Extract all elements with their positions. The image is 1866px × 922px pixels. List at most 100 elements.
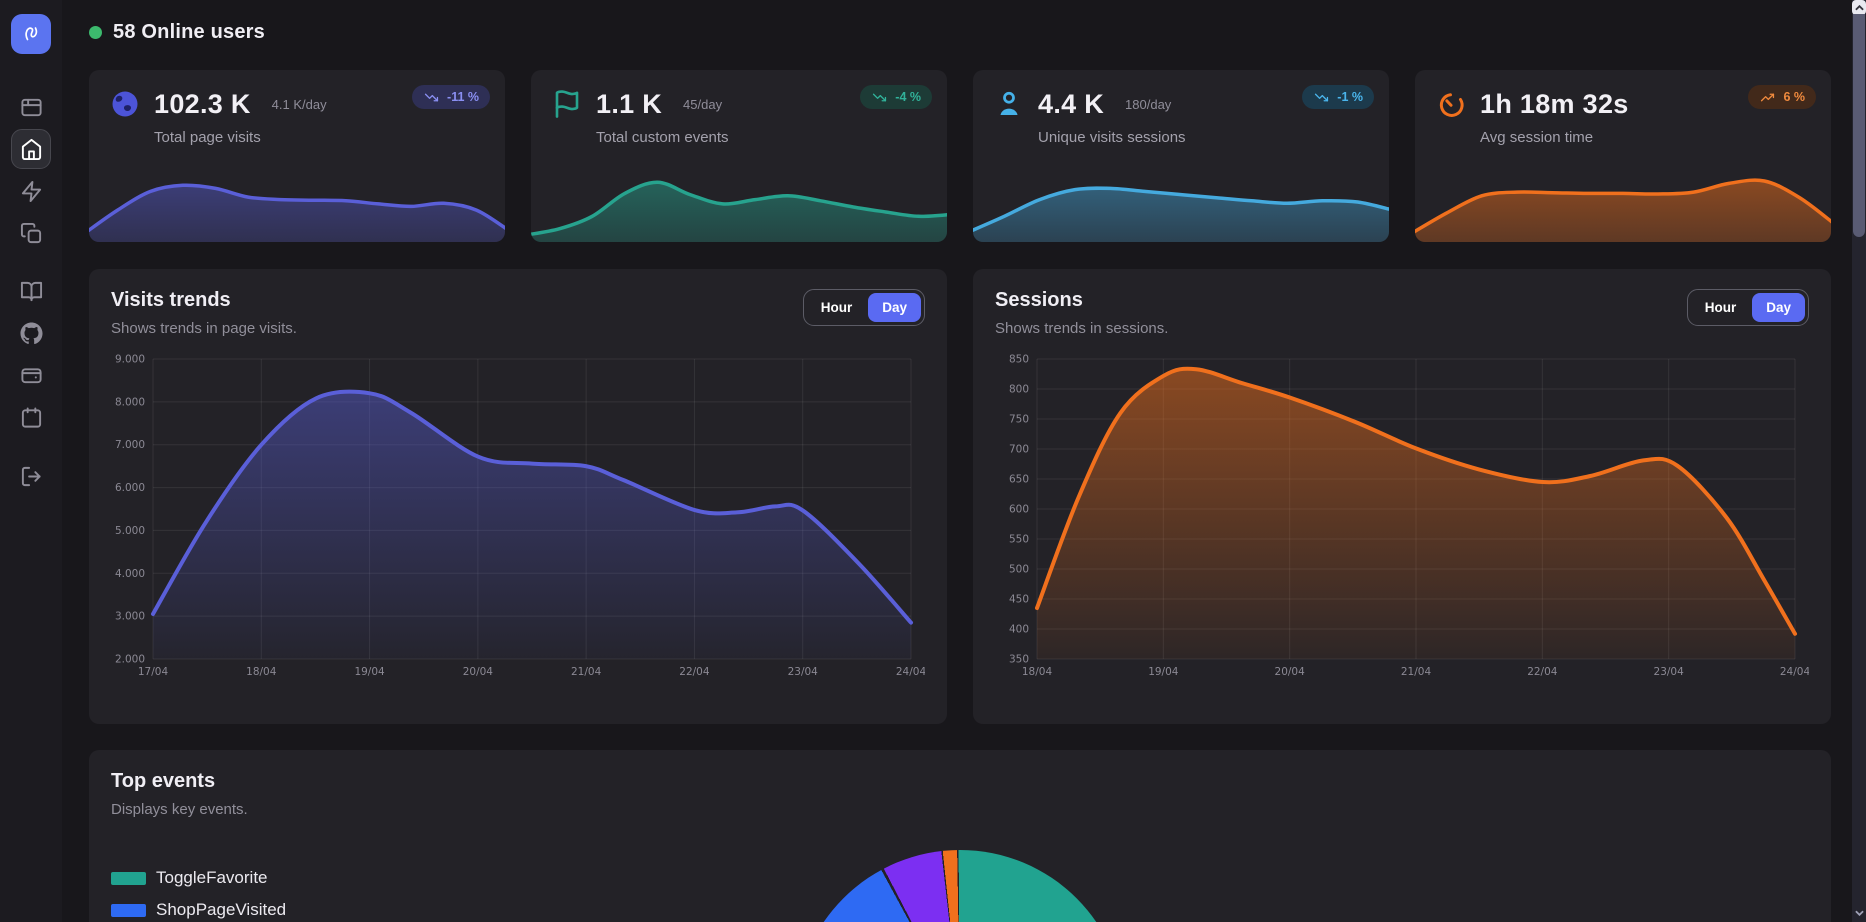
scrollbar-up-button[interactable]	[1852, 0, 1866, 15]
sidebar-item-logout[interactable]	[11, 456, 51, 496]
stat-badge-2: -1 %	[1302, 85, 1374, 109]
sidebar-item-app-window[interactable]	[11, 87, 51, 127]
svg-text:350: 350	[1009, 654, 1029, 666]
svg-text:20/04: 20/04	[463, 666, 494, 678]
stat-card-unique-visits: 4.4 K 180/day Unique visits sessions -1 …	[973, 70, 1389, 242]
copy-icon	[20, 222, 43, 245]
sidebar-item-zap[interactable]	[11, 171, 51, 211]
visits-trends-card: Visits trends Shows trends in page visit…	[89, 269, 947, 724]
visits-toggle-hour[interactable]: Hour	[807, 293, 867, 322]
stat-label: Total custom events	[596, 129, 929, 146]
svg-text:20/04: 20/04	[1275, 666, 1306, 678]
sidebar-item-home[interactable]	[11, 129, 51, 169]
stat-label: Avg session time	[1480, 129, 1813, 146]
sparkline-total-page-visits	[89, 172, 505, 242]
stat-value: 102.3 K	[154, 89, 251, 120]
wallet-icon	[20, 364, 43, 387]
stat-label: Unique visits sessions	[1038, 129, 1371, 146]
trending-down-icon	[423, 91, 440, 104]
stat-per-day: 180/day	[1125, 97, 1171, 112]
sidebar-item-book[interactable]	[11, 271, 51, 311]
svg-text:7.000: 7.000	[115, 439, 145, 451]
online-users-title: 58 Online users	[113, 21, 265, 44]
svg-text:19/04: 19/04	[354, 666, 385, 678]
sessions-subtitle: Shows trends in sessions.	[995, 320, 1168, 337]
sessions-toggle-day[interactable]: Day	[1752, 293, 1805, 322]
calendar-icon	[20, 406, 43, 429]
stat-cards-row: 102.3 K 4.1 K/day Total page visits -11 …	[89, 70, 1831, 242]
stat-value: 4.4 K	[1038, 89, 1104, 120]
svg-text:19/04: 19/04	[1148, 666, 1179, 678]
zap-icon	[20, 180, 43, 203]
sparkline-unique-visits	[973, 172, 1389, 242]
trending-up-icon	[1759, 91, 1776, 104]
page-header: 58 Online users	[89, 20, 1831, 44]
svg-text:2.000: 2.000	[115, 654, 145, 666]
sidebar-item-wallet[interactable]	[11, 355, 51, 395]
sessions-title: Sessions	[995, 289, 1168, 312]
svg-text:18/04: 18/04	[1022, 666, 1053, 678]
svg-text:750: 750	[1009, 414, 1029, 426]
visits-trends-title: Visits trends	[111, 289, 297, 312]
visits-toggle-day[interactable]: Day	[868, 293, 921, 322]
chevron-down-icon	[1855, 910, 1864, 916]
visits-trends-subtitle: Shows trends in page visits.	[111, 320, 297, 337]
github-icon	[20, 322, 43, 345]
sessions-toggle-hour[interactable]: Hour	[1691, 293, 1751, 322]
legend-swatch	[111, 904, 146, 917]
home-icon	[20, 138, 43, 161]
charts-row: Visits trends Shows trends in page visit…	[89, 269, 1831, 724]
stat-label: Total page visits	[154, 129, 487, 146]
sparkline-avg-session-time	[1415, 172, 1831, 242]
dashboard-root: 58 Online users 102.3 K 4.1 K/day Tot	[0, 0, 1866, 922]
app-window-icon	[20, 96, 43, 119]
scrollbar-down-button[interactable]	[1852, 906, 1866, 920]
stat-card-total-page-visits: 102.3 K 4.1 K/day Total page visits -11 …	[89, 70, 505, 242]
stat-badge-3: 6 %	[1748, 85, 1816, 109]
top-events-card: Top events Displays key events. ToggleFa…	[89, 750, 1831, 922]
book-open-icon	[20, 280, 43, 303]
stat-value: 1.1 K	[596, 89, 662, 120]
sidebar-nav	[11, 86, 51, 497]
chevron-up-icon	[1855, 5, 1864, 11]
top-events-title: Top events	[111, 770, 1809, 793]
svg-text:400: 400	[1009, 624, 1029, 636]
sessions-interval-toggle: Hour Day	[1687, 289, 1809, 326]
svg-text:3.000: 3.000	[115, 611, 145, 623]
sidebar-item-copy[interactable]	[11, 213, 51, 253]
timer-icon	[1435, 88, 1467, 120]
stat-card-avg-session-time: 1h 18m 32s Avg session time 6 %	[1415, 70, 1831, 242]
visits-trends-chart: 2.0003.0004.0005.0006.0007.0008.0009.000…	[111, 351, 925, 681]
sidebar-item-calendar[interactable]	[11, 397, 51, 437]
svg-text:8.000: 8.000	[115, 396, 145, 408]
app-logo[interactable]	[11, 14, 51, 54]
log-out-icon	[20, 465, 43, 488]
online-status-dot	[89, 26, 102, 39]
vertical-scrollbar[interactable]	[1852, 0, 1866, 922]
globe-icon	[109, 88, 141, 120]
scrollbar-thumb[interactable]	[1853, 14, 1865, 237]
svg-text:800: 800	[1009, 384, 1029, 396]
stat-per-day: 45/day	[683, 97, 722, 112]
stat-value: 1h 18m 32s	[1480, 89, 1629, 120]
sidebar-item-github[interactable]	[11, 313, 51, 353]
top-events-subtitle: Displays key events.	[111, 801, 1809, 818]
sidebar	[0, 0, 62, 922]
svg-text:22/04: 22/04	[679, 666, 710, 678]
visits-interval-toggle: Hour Day	[803, 289, 925, 326]
stat-badge-0: -11 %	[412, 85, 490, 109]
svg-text:600: 600	[1009, 504, 1029, 516]
svg-text:17/04: 17/04	[138, 666, 169, 678]
svg-text:24/04: 24/04	[896, 666, 925, 678]
svg-text:9.000: 9.000	[115, 354, 145, 366]
sparkline-total-custom-events	[531, 172, 947, 242]
svg-text:22/04: 22/04	[1527, 666, 1558, 678]
trending-down-icon	[1313, 91, 1330, 104]
stat-per-day: 4.1 K/day	[272, 97, 327, 112]
user-icon	[993, 88, 1025, 120]
sessions-chart: 35040045050055060065070075080085018/0419…	[995, 351, 1809, 681]
svg-text:23/04: 23/04	[788, 666, 819, 678]
flag-icon	[551, 88, 583, 120]
svg-text:18/04: 18/04	[246, 666, 277, 678]
trending-down-icon	[871, 91, 888, 104]
